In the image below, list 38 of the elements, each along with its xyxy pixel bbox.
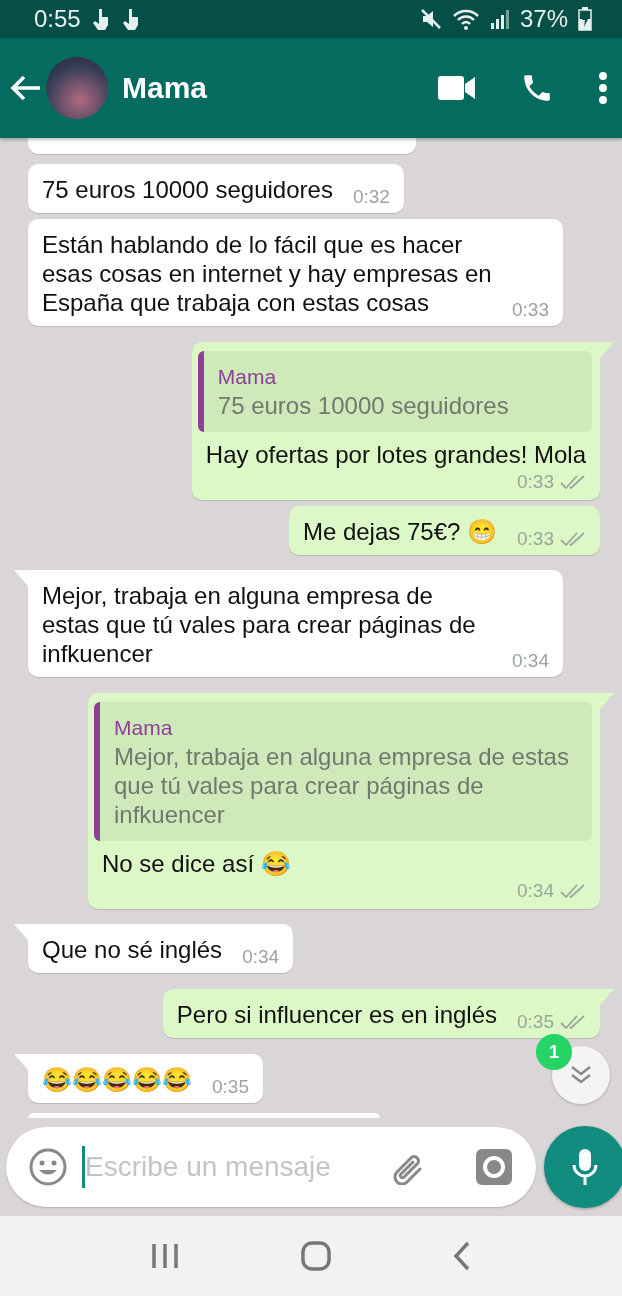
quoted-text: 75 euros 10000 seguidores — [217, 390, 510, 420]
message-time: 0:33 — [517, 527, 554, 550]
message-text: Mejor, trabaja en alguna empresa de estas que tú vales para crear páginas de infkuencer — [42, 581, 477, 669]
message-time: 0:34 — [512, 650, 549, 673]
quoted-text: Mejor, trabaja en alguna empresa de estas que tú vales para crear páginas de infkuencer — [114, 741, 570, 829]
message-text: No se dice así 😂 — [102, 848, 292, 878]
unread-count-badge: 1 — [536, 1034, 572, 1070]
message-text: Hay ofertas por lotes grandes! Mola — [205, 439, 586, 469]
outgoing-message-bubble[interactable]: Mama Mejor, trabaja en alguna empresa de estas que tú vales para crear páginas de infkuencer No se dice así 😂 0:34 — [88, 692, 600, 909]
outgoing-message-bubble[interactable]: Me dejas 75€? 😁 0:33 — [288, 505, 600, 555]
message-time: 0:33 — [517, 470, 554, 493]
message-time: 0:33 — [512, 299, 549, 322]
message-time: 0:34 — [517, 879, 554, 902]
message-text: Están hablando de lo fácil que es hacer esas cosas en internet y hay empresas en España que trabaja con estas cosas — [42, 230, 492, 318]
message-time: 0:35 — [517, 1011, 554, 1033]
message-text: Me dejas 75€? 😁 — [302, 516, 497, 546]
message-composer[interactable]: Escribe un mensaje — [6, 1127, 536, 1207]
message-text: Pero si influencer es en inglés — [176, 1000, 497, 1029]
message-text: 75 euros 10000 seguidores — [42, 175, 333, 205]
quoted-message[interactable]: Mama Mejor, trabaja en alguna empresa de estas que tú vales para crear páginas de infkuencer — [94, 701, 592, 841]
incoming-message-bubble[interactable]: Que no sé inglés 0:34 — [28, 924, 294, 974]
outgoing-message-bubble[interactable]: Pero si influencer es en inglés 0:35 — [162, 989, 600, 1038]
quoted-author: Mama — [217, 363, 278, 390]
message-text: Que no sé inglés — [42, 935, 223, 965]
contact-name[interactable]: Mama — [122, 71, 394, 105]
incoming-message-bubble[interactable]: Están hablando de lo fácil que es hacer esas cosas en internet y hay empresas en España que trabaja con estas cosas 0:33 — [28, 219, 563, 327]
quoted-message[interactable]: Mama 75 euros 10000 seguidores — [197, 350, 592, 432]
message-time: 0:35 — [212, 1075, 249, 1098]
message-time: 0:32 — [352, 186, 390, 209]
incoming-message-bubble[interactable]: Mejor, trabaja en alguna empresa de estas que tú vales para crear páginas de infkuencer 0:34 — [28, 570, 563, 678]
quoted-author: Mama — [114, 714, 174, 741]
outgoing-message-bubble[interactable]: Mama 75 euros 10000 seguidores Hay ofertas por lotes grandes! Mola 0:33 — [191, 341, 600, 500]
battery-percentage: 37% — [519, 5, 568, 33]
incoming-message-bubble[interactable]: 75 euros 10000 seguidores 0:32 — [28, 164, 404, 214]
message-text: 😂😂😂😂😂 — [42, 1064, 192, 1094]
clock-time: 0:55 — [34, 5, 81, 33]
message-input-field[interactable]: Escribe un mensaje — [82, 1146, 376, 1188]
message-time: 0:34 — [242, 946, 280, 969]
